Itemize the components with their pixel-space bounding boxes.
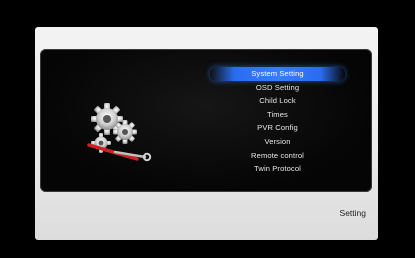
menu-item-child-lock[interactable]: Child Lock (210, 94, 345, 108)
settings-menu: System Setting OSD Setting Child Lock Ti… (210, 67, 345, 176)
menu-item-osd-setting[interactable]: OSD Setting (210, 81, 345, 95)
menu-item-system-setting[interactable]: System Setting (210, 67, 345, 81)
menu-item-version[interactable]: Version (210, 135, 345, 149)
tv-frame: System Setting OSD Setting Child Lock Ti… (35, 27, 378, 240)
gears-and-wrench-icon (85, 101, 155, 163)
menu-item-times[interactable]: Times (210, 108, 345, 122)
menu-item-twin-protocol[interactable]: Twin Protocol (210, 162, 345, 176)
screen-title: Setting (339, 208, 366, 218)
settings-panel: System Setting OSD Setting Child Lock Ti… (40, 49, 372, 192)
menu-item-remote-control[interactable]: Remote control (210, 149, 345, 163)
menu-item-pvr-config[interactable]: PVR Config (210, 121, 345, 135)
